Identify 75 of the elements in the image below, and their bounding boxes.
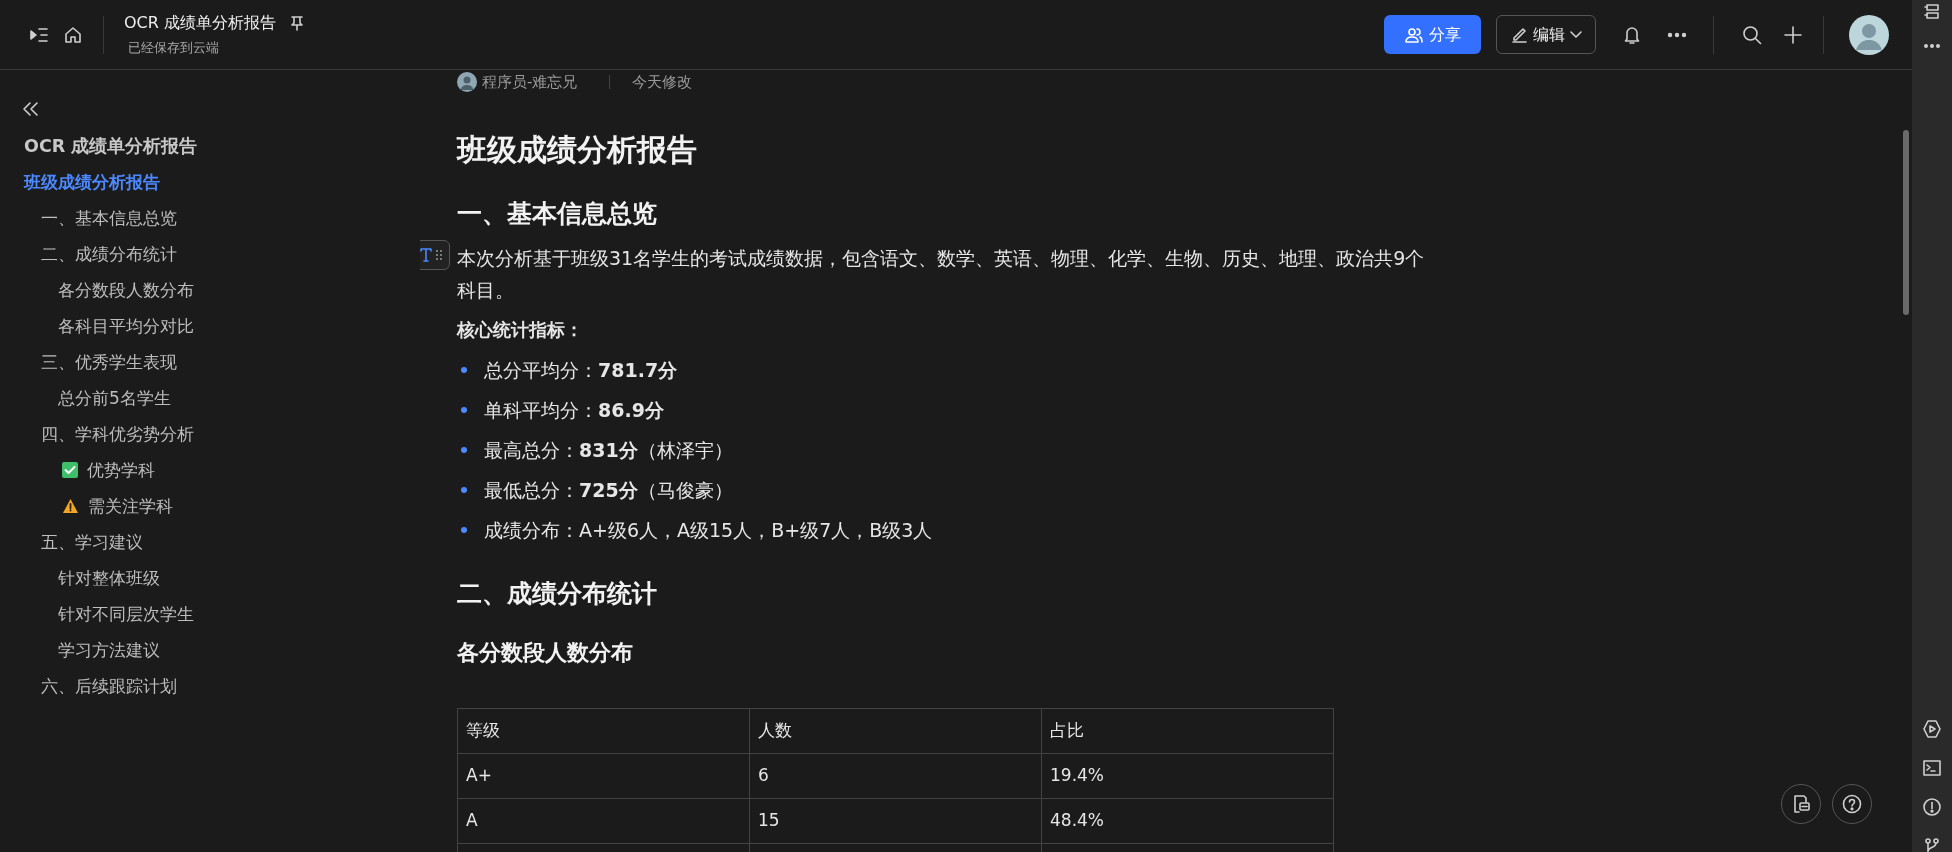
- table-cell: 6: [749, 753, 1042, 799]
- collapse-sidebar-icon[interactable]: [21, 100, 39, 117]
- feedback-button[interactable]: [1781, 784, 1821, 824]
- list-item-text: 成绩分布：A+级6人，A级15人，B+级7人，B级3人: [484, 517, 933, 543]
- edit-button[interactable]: 编辑: [1496, 15, 1596, 54]
- table-cell: A+: [457, 753, 750, 799]
- outline-item[interactable]: 各分数段人数分布: [58, 272, 194, 308]
- column-header: 等级: [457, 708, 750, 754]
- modified-time: 今天修改: [632, 71, 693, 93]
- checkbox-icon: [62, 462, 78, 478]
- avatar-icon[interactable]: [1849, 14, 1889, 55]
- more-icon[interactable]: [1924, 44, 1940, 48]
- table-cell: 19.4%: [1041, 753, 1334, 799]
- share-button[interactable]: 分享: [1384, 15, 1481, 54]
- outline-title: OCR 成绩单分析报告: [23, 135, 199, 158]
- warning-icon: [62, 498, 79, 514]
- list-item-text: 最高总分：831分（林泽宇）: [484, 437, 733, 463]
- outline-item[interactable]: 总分前5名学生: [58, 380, 171, 416]
- paragraph-text: 本次分析基于班级31名学生的考试成绩数据，包含语文、数学、英语、物理、化学、生物、历史、地理、政治共9个科目。: [457, 247, 1425, 301]
- outline-item[interactable]: 各科目平均分对比: [58, 308, 194, 344]
- people-icon: [1404, 26, 1423, 43]
- outline-item[interactable]: 五、学习建议: [41, 524, 143, 560]
- outline-item[interactable]: 六、后续跟踪计划: [41, 668, 177, 704]
- alert-icon[interactable]: [1923, 798, 1941, 816]
- help-icon: [1842, 794, 1862, 814]
- table-cell: 15: [749, 798, 1042, 844]
- run-icon[interactable]: [1923, 720, 1941, 738]
- search-icon[interactable]: [1742, 24, 1762, 45]
- list-item-text: 总分平均分：781.7分: [484, 357, 678, 383]
- outline-item[interactable]: 需关注学科: [88, 488, 173, 524]
- bullet-icon: [461, 487, 467, 493]
- block-type-button[interactable]: [420, 240, 450, 270]
- text-type-icon: [420, 248, 433, 262]
- outline-item[interactable]: 班级成绩分析报告: [24, 164, 160, 200]
- table-cell: 48.4%: [1041, 798, 1334, 844]
- author-name: 程序员-难忘兄: [482, 71, 578, 93]
- bold-label: 核心统计指标：: [457, 319, 584, 342]
- table-cell: A: [457, 798, 750, 844]
- outline-item[interactable]: 一、基本信息总览: [41, 200, 177, 236]
- terminal-icon[interactable]: [1923, 760, 1941, 776]
- bullet-icon: [461, 447, 467, 453]
- help-button[interactable]: [1832, 784, 1872, 824]
- home-icon[interactable]: [63, 24, 83, 45]
- bullet-icon: [461, 527, 467, 533]
- outline-item[interactable]: 二、成绩分布统计: [41, 236, 177, 272]
- outline-item[interactable]: 四、学科优劣势分析: [41, 416, 194, 452]
- outline-item[interactable]: 三、优秀学生表现: [41, 344, 177, 380]
- branch-icon[interactable]: [1924, 838, 1940, 852]
- caret-icon: [1569, 30, 1582, 39]
- column-header: 占比: [1041, 708, 1334, 754]
- outline-toggle-icon[interactable]: [29, 25, 49, 44]
- column-header: 人数: [749, 708, 1042, 754]
- bullet-icon: [461, 367, 467, 373]
- save-status: 已经保存到云端: [127, 39, 220, 58]
- bell-icon[interactable]: [1623, 24, 1641, 45]
- more-icon[interactable]: [1667, 31, 1687, 38]
- section-heading: 二、成绩分布统计: [457, 578, 658, 610]
- section-heading: 一、基本信息总览: [457, 198, 658, 230]
- document-heading: 班级成绩分析报告: [457, 131, 698, 169]
- pin-icon[interactable]: [289, 15, 304, 32]
- subsection-heading: 各分数段人数分布: [457, 639, 634, 667]
- bullet-icon: [461, 407, 467, 413]
- list-item-text: 最低总分：725分（马俊豪）: [484, 477, 733, 503]
- pencil-icon: [1510, 26, 1528, 43]
- document-comment-icon: [1792, 794, 1810, 814]
- outline-item[interactable]: 优势学科: [87, 452, 155, 488]
- list-item-text: 单科平均分：86.9分: [484, 397, 664, 423]
- drag-handle-icon: [435, 249, 442, 261]
- outline-item[interactable]: 针对不同层次学生: [58, 596, 194, 632]
- plus-icon[interactable]: [1783, 24, 1803, 45]
- outline-item[interactable]: 学习方法建议: [58, 632, 160, 668]
- document-title: OCR 成绩单分析报告: [124, 12, 276, 35]
- author-avatar-icon: [457, 72, 477, 92]
- outline-item[interactable]: 针对整体班级: [58, 560, 160, 596]
- layout-icon[interactable]: [1924, 4, 1940, 20]
